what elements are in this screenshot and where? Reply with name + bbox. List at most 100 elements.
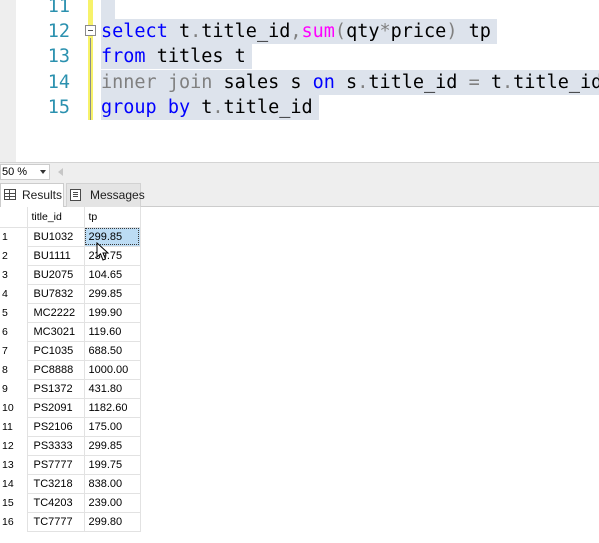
row-number[interactable]: 1 [0,227,27,246]
table-row[interactable]: 13 PS7777 199.75 [0,455,141,475]
cell-tp[interactable]: 199.75 [84,455,141,475]
table-row[interactable]: 14 TC3218 838.00 [0,474,141,494]
cell-tp[interactable]: 199.90 [84,303,141,323]
cell-title-id[interactable]: PS1372 [26,379,85,399]
code-line[interactable]: 11 [0,0,599,19]
cell-title-id[interactable]: PC1035 [26,341,85,361]
table-row[interactable]: 15 TC4203 239.00 [0,493,141,513]
code-text: group by t.title_id [101,95,319,120]
code-token: title_id [513,72,599,93]
row-number[interactable]: 8 [0,360,27,379]
table-row[interactable]: 11 PS2106 175.00 [0,417,141,437]
row-number[interactable]: 9 [0,379,27,398]
code-token: s [334,72,358,93]
tab-results-label: Results [22,188,63,202]
tab-messages-label: Messages [90,188,145,202]
zoom-level-select[interactable]: 50 % [0,164,50,180]
table-row[interactable]: 3 BU2075 104.65 [0,265,141,285]
cell-title-id[interactable]: PS3333 [26,436,85,456]
code-token: select [101,21,168,42]
cell-title-id[interactable]: TC3218 [26,474,85,494]
code-token: , [290,21,302,42]
table-row[interactable]: 12 PS3333 299.85 [0,436,141,456]
tab-messages[interactable]: Messages [66,183,145,207]
cell-tp[interactable]: 175.00 [84,417,141,437]
code-line[interactable]: 12 select t.title_id,sum(qty*price) tp [0,19,599,44]
row-number[interactable]: 10 [0,398,27,417]
code-token: ) [446,21,458,42]
cell-title-id[interactable]: PS2091 [26,398,85,418]
table-row[interactable]: 5 MC2222 199.90 [0,303,141,323]
row-number[interactable]: 7 [0,341,27,360]
row-number[interactable]: 16 [0,512,27,531]
cell-title-id[interactable]: BU7832 [26,284,85,304]
code-token: . [190,21,202,42]
cell-title-id[interactable]: PS7777 [26,455,85,475]
cell-tp[interactable]: 104.65 [84,265,141,285]
cell-tp[interactable]: 299.85 [84,436,141,456]
cell-title-id[interactable]: BU1111 [26,246,85,266]
cell-tp[interactable]: 838.00 [84,474,141,494]
collapse-icon[interactable] [85,25,96,36]
table-row[interactable]: 9 PS1372 431.80 [0,379,141,399]
results-grid[interactable]: title_id tp 1 BU1032 299.85 2 BU1111 239.75 3 B… [0,207,599,543]
row-number[interactable]: 14 [0,474,27,493]
cell-tp[interactable]: 299.85 [84,227,141,247]
code-line[interactable]: 13 from titles t [0,44,599,69]
row-number[interactable]: 13 [0,455,27,474]
table-row[interactable]: 1 BU1032 299.85 [0,227,141,247]
cell-title-id[interactable]: MC3021 [26,322,85,342]
cell-tp[interactable]: 239.75 [84,246,141,266]
code-token: sales s [212,72,313,93]
code-line[interactable]: 14 inner join sales s on s.title_id = t.t… [0,70,599,95]
messages-icon [70,189,81,201]
column-header-tp[interactable]: tp [84,207,141,228]
grid-corner-cell[interactable] [0,207,28,228]
row-number[interactable]: 5 [0,303,27,322]
code-token: sum [301,21,335,42]
code-token: ( [334,21,347,42]
line-number: 15 [47,97,70,118]
table-row[interactable]: 10 PS2091 1182.60 [0,398,141,418]
code-token: t [167,21,191,42]
cell-tp[interactable]: 299.85 [84,284,141,304]
cell-tp[interactable]: 688.50 [84,341,141,361]
cell-tp[interactable]: 299.80 [84,512,141,532]
cell-title-id[interactable]: MC2222 [26,303,85,323]
table-row[interactable]: 2 BU1111 239.75 [0,246,141,266]
tab-results[interactable]: Results [0,183,64,207]
code-token: tp [457,21,491,42]
code-text: inner join sales s on s.title_id = t.tit… [101,70,599,95]
code-token: . [357,72,369,93]
cell-tp[interactable]: 1000.00 [84,360,141,380]
cell-title-id[interactable]: PS2106 [26,417,85,437]
table-row[interactable]: 6 MC3021 119.60 [0,322,141,342]
table-row[interactable]: 8 PC8888 1000.00 [0,360,141,380]
cell-tp[interactable]: 119.60 [84,322,141,342]
code-text: select t.title_id,sum(qty*price) tp [101,19,497,44]
cell-title-id[interactable]: BU1032 [26,227,85,247]
row-number[interactable]: 2 [0,246,27,265]
cell-title-id[interactable]: PC8888 [26,360,85,380]
scroll-left-arrow-icon[interactable] [58,168,63,176]
code-line[interactable]: 15 group by t.title_id [0,95,599,120]
query-editor[interactable]: 11 12 select t.title_id,sum(qty*price) tp 1… [0,0,599,162]
chevron-down-icon [40,170,46,174]
row-number[interactable]: 11 [0,417,27,436]
code-text [101,0,115,19]
row-number[interactable]: 6 [0,322,27,341]
cell-title-id[interactable]: TC7777 [26,512,85,532]
table-row[interactable]: 16 TC7777 299.80 [0,512,141,532]
row-number[interactable]: 4 [0,284,27,303]
cell-tp[interactable]: 239.00 [84,493,141,513]
row-number[interactable]: 15 [0,493,27,512]
row-number[interactable]: 12 [0,436,27,455]
cell-title-id[interactable]: BU2075 [26,265,85,285]
cell-tp[interactable]: 431.80 [84,379,141,399]
cell-title-id[interactable]: TC4203 [26,493,85,513]
table-row[interactable]: 7 PC1035 688.50 [0,341,141,361]
column-header-title-id[interactable]: title_id [27,207,85,228]
cell-tp[interactable]: 1182.60 [84,398,141,418]
row-number[interactable]: 3 [0,265,27,284]
table-row[interactable]: 4 BU7832 299.85 [0,284,141,304]
